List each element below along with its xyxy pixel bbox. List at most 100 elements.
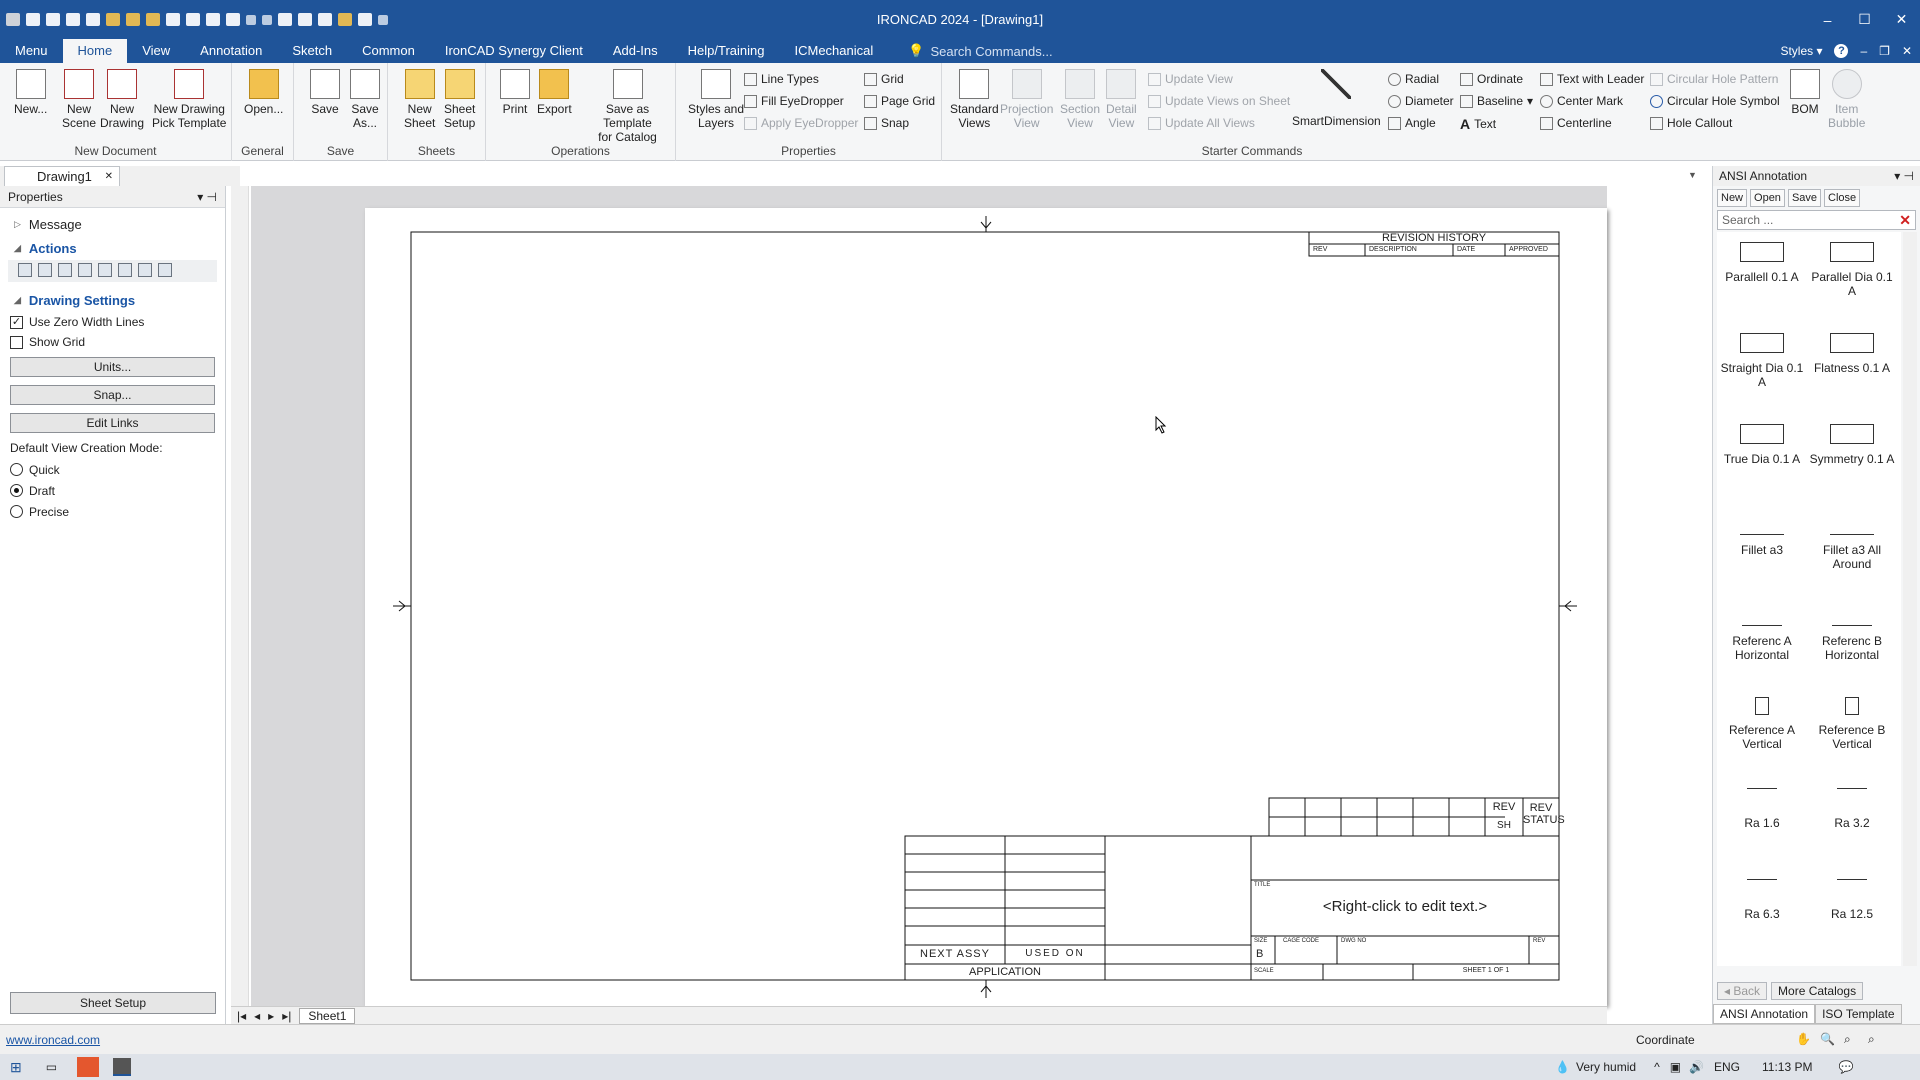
layout-icon[interactable] <box>358 13 372 26</box>
centerline-button[interactable]: Centerline <box>1540 116 1612 130</box>
tab-view[interactable]: View <box>127 39 185 63</box>
drawing-canvas[interactable]: REVISION HISTORY REV DESCRIPTION DATE AP… <box>251 186 1607 1006</box>
new-scene-icon[interactable] <box>46 13 60 26</box>
catalog-item[interactable]: Ra 6.3 <box>1717 869 1807 921</box>
catalog-save-button[interactable]: Save <box>1787 189 1822 207</box>
action-copy-icon[interactable] <box>138 263 152 277</box>
catalog-item[interactable]: Parallel Dia 0.1 A <box>1807 232 1897 298</box>
catalog-item[interactable]: Symmetry 0.1 A <box>1807 414 1897 466</box>
action-add-icon[interactable] <box>38 263 52 277</box>
eyedropper-icon[interactable] <box>278 13 292 26</box>
action-part-icon[interactable] <box>118 263 132 277</box>
new-drawing-pick-template-button[interactable]: New Drawing Pick Template <box>152 69 226 130</box>
item-bubble-button[interactable]: Item Bubble <box>1828 69 1865 130</box>
radial-button[interactable]: Radial <box>1388 72 1439 86</box>
website-link[interactable]: www.ironcad.com <box>6 1033 100 1047</box>
tray-chevron-icon[interactable]: ^ <box>1654 1060 1660 1074</box>
tab-ansi-annotation[interactable]: ANSI Annotation <box>1713 1004 1816 1024</box>
section-view-button[interactable]: Section View <box>1060 69 1100 130</box>
maximize-button[interactable]: ☐ <box>1846 0 1883 39</box>
title-text[interactable]: <Right-click to edit text.> <box>1251 898 1559 915</box>
edit-links-button[interactable]: Edit Links <box>10 413 215 433</box>
save-as-template-button[interactable]: Save as Template for Catalog <box>580 69 675 144</box>
grid-button[interactable]: Grid <box>864 72 904 86</box>
tab-addins[interactable]: Add-Ins <box>598 39 673 63</box>
hole-callout-button[interactable]: Hole Callout <box>1650 116 1732 130</box>
catalog-item[interactable]: Reference B Vertical <box>1807 687 1897 751</box>
print-icon[interactable] <box>206 13 220 26</box>
projection-view-button[interactable]: Projection View <box>1000 69 1053 130</box>
prev-sheet-icon[interactable]: ◂ <box>254 1009 260 1023</box>
zoom-icon[interactable]: 🔍 <box>1820 1032 1835 1046</box>
new-button[interactable]: New... <box>14 69 47 116</box>
catalog-search-input[interactable]: Search ... ✕ <box>1717 210 1916 230</box>
pick-template-icon[interactable] <box>338 13 352 26</box>
save-button[interactable]: Save <box>310 69 340 116</box>
save-as-button[interactable]: Save As... <box>350 69 380 130</box>
new-sheet-button[interactable]: New Sheet <box>404 69 435 130</box>
section-drawing-settings[interactable]: ◢ Drawing Settings <box>0 288 225 312</box>
page-grid-button[interactable]: Page Grid <box>864 94 935 108</box>
drawing-sheet[interactable]: REVISION HISTORY REV DESCRIPTION DATE AP… <box>365 208 1607 1006</box>
canvas-vertical-scrollbar[interactable] <box>231 186 249 1006</box>
tab-icmechanical[interactable]: ICMechanical <box>780 39 889 63</box>
catalog-item[interactable]: True Dia 0.1 A <box>1717 414 1807 466</box>
catalog-item[interactable]: Parallell 0.1 A <box>1717 232 1807 284</box>
open-button[interactable]: Open... <box>244 69 283 116</box>
snap-settings-button[interactable]: Snap... <box>10 385 215 405</box>
units-button[interactable]: Units... <box>10 357 215 377</box>
catalog-item[interactable]: Reference A Vertical <box>1717 687 1807 751</box>
tab-synergy[interactable]: IronCAD Synergy Client <box>430 39 598 63</box>
language-indicator[interactable]: ENG <box>1714 1060 1740 1074</box>
chevron-down-icon[interactable]: ▾ <box>1527 94 1533 108</box>
text-button[interactable]: A Text <box>1460 116 1496 132</box>
styles-layers-button[interactable]: Styles and Layers <box>688 69 744 130</box>
update-views-sheet-button[interactable]: Update Views on Sheet <box>1148 94 1290 108</box>
catalog-close-button[interactable]: Close <box>1824 189 1861 207</box>
snap-button[interactable]: Snap <box>864 116 909 130</box>
catalog-item[interactable]: Fillet a3 All Around <box>1807 505 1897 571</box>
more-catalogs-button[interactable]: More Catalogs <box>1771 982 1864 1000</box>
folder-icon[interactable] <box>146 13 160 26</box>
export-button[interactable]: Export <box>537 69 572 116</box>
zoom-window-icon[interactable]: ⌕ <box>1844 1032 1851 1047</box>
ordinate-button[interactable]: Ordinate <box>1460 72 1523 86</box>
catalog-new-button[interactable]: New <box>1717 189 1748 207</box>
styles-dropdown[interactable]: Styles ▾ <box>1780 44 1822 58</box>
close-button[interactable]: ✕ <box>1883 0 1920 39</box>
undo-icon[interactable] <box>246 14 256 25</box>
action-link-icon[interactable] <box>58 263 72 277</box>
zoom-fit-icon[interactable]: ⌕ <box>1868 1032 1875 1047</box>
circular-hole-symbol-button[interactable]: Circular Hole Symbol <box>1650 94 1780 108</box>
standard-views-button[interactable]: Standard Views <box>950 69 999 130</box>
tab-sketch[interactable]: Sketch <box>277 39 347 63</box>
catalog-item[interactable]: Ra 1.6 <box>1717 778 1807 830</box>
template-icon[interactable] <box>86 13 100 26</box>
catalog-item[interactable]: Fillet a3 <box>1717 505 1807 557</box>
customize-qat-icon[interactable] <box>378 14 388 25</box>
center-mark-button[interactable]: Center Mark <box>1540 94 1623 108</box>
circular-hole-pattern-button[interactable]: Circular Hole Pattern <box>1650 72 1778 86</box>
catalog-item[interactable]: Referenc B Horizontal <box>1807 596 1897 662</box>
detail-view-button[interactable]: Detail View <box>1106 69 1137 130</box>
save-icon[interactable] <box>166 13 180 26</box>
sheet-icon[interactable] <box>298 13 312 26</box>
new-drawing-button[interactable]: New Drawing <box>100 69 144 130</box>
action-folder-icon[interactable] <box>78 263 92 277</box>
weather-text[interactable]: Very humid <box>1576 1060 1636 1074</box>
new-icon[interactable] <box>26 13 40 26</box>
start-icon[interactable]: ⊞ <box>10 1059 22 1076</box>
pin-icon[interactable]: ▾ ⊣ <box>1894 169 1914 183</box>
save-as-icon[interactable] <box>186 13 200 26</box>
sheet-setup-icon[interactable] <box>318 13 332 26</box>
catalog-item[interactable]: Referenc A Horizontal <box>1717 596 1807 662</box>
tab-sheet1[interactable]: Sheet1 <box>299 1007 356 1024</box>
app-icon[interactable] <box>6 13 20 26</box>
ribbon-collapse-icon[interactable]: ▼ <box>1688 170 1697 180</box>
recorder-app-icon[interactable] <box>77 1057 100 1077</box>
mode-quick-radio[interactable]: Quick <box>0 459 225 480</box>
catalog-item[interactable]: Ra 12.5 <box>1807 869 1897 921</box>
action-list-icon[interactable] <box>18 263 32 277</box>
tab-iso-template[interactable]: ISO Template <box>1815 1004 1902 1024</box>
clock[interactable]: 11:13 PM <box>1762 1060 1812 1074</box>
